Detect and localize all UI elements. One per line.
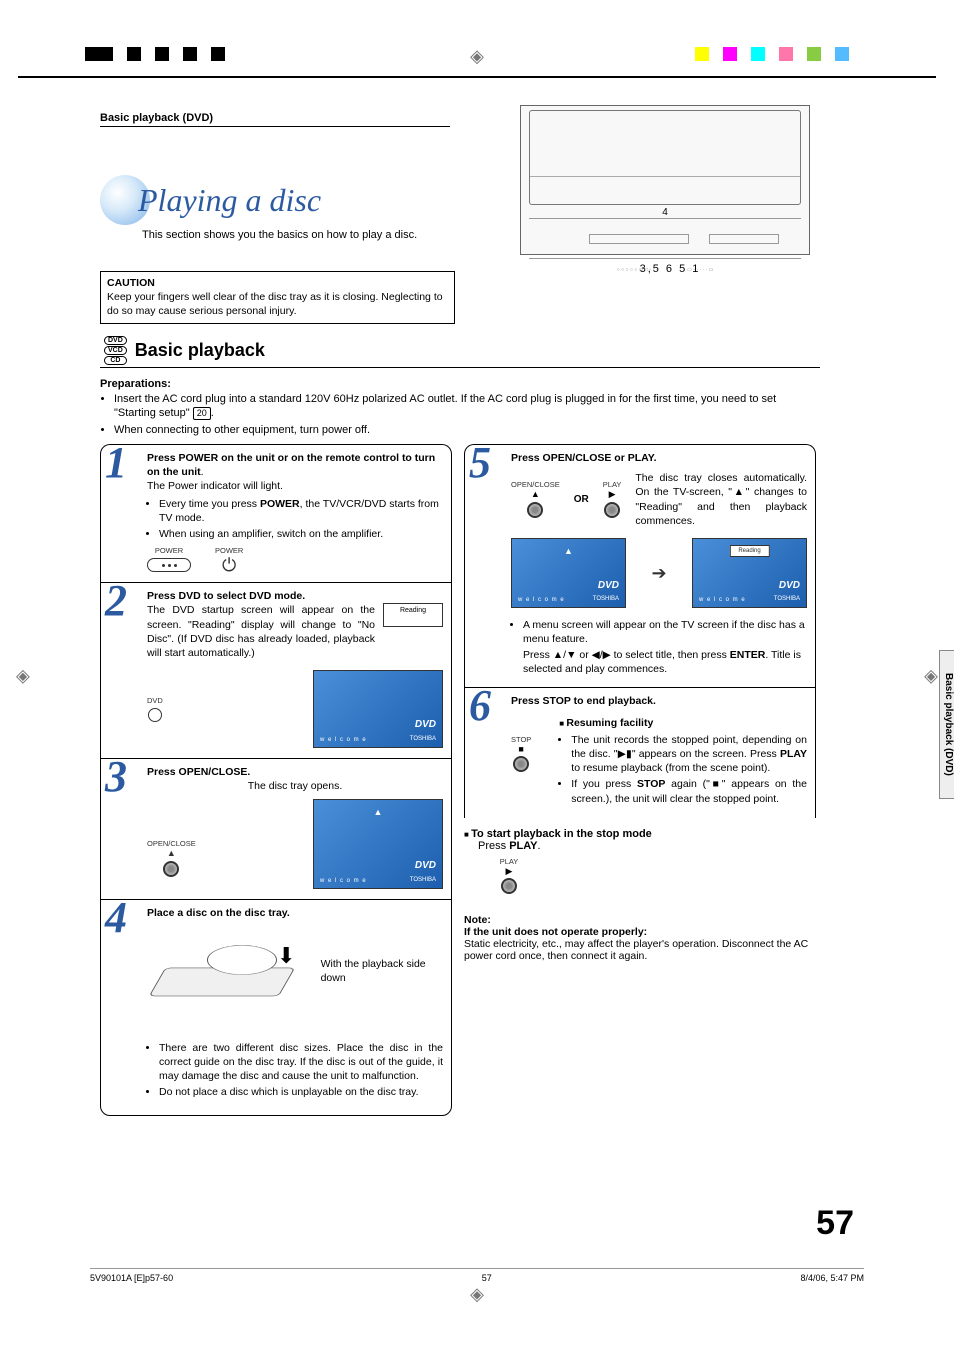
resume-heading: ■ Resuming facility <box>559 716 807 730</box>
arrow-right-icon: ➔ <box>651 561 666 585</box>
page-number: 57 <box>816 1204 854 1243</box>
step-5: 5 Press OPEN/CLOSE or PLAY. OPEN/CLOSE ▲… <box>464 444 816 687</box>
step5-body: The disc tray closes automatically. On t… <box>635 471 807 528</box>
power-unit-icon: POWER <box>147 547 191 572</box>
step5-menu2: Press ▲/▼ or ◀/▶ to select title, then p… <box>523 648 807 676</box>
step4-bullet2: Do not place a disc which is unplayable … <box>159 1085 443 1099</box>
step-number-3: 3 <box>105 755 127 799</box>
registration-mark-right: ◈ <box>924 665 938 686</box>
step6-head: Press STOP to end playback. <box>511 694 807 708</box>
badge-cd: CD <box>104 356 127 365</box>
step-number-2: 2 <box>105 579 127 623</box>
note-body: Static electricity, etc., may affect the… <box>464 938 816 962</box>
restart-heading: To start playback in the stop mode <box>471 828 652 840</box>
footer-right: 8/4/06, 5:47 PM <box>800 1273 864 1283</box>
resume-b2: If you press STOP again ("■" appears on … <box>571 777 807 805</box>
step-number-1: 1 <box>105 441 127 485</box>
step1-bullet2: When using an amplifier, switch on the a… <box>159 527 443 541</box>
step-number-6: 6 <box>469 684 491 728</box>
prep-item-2: When connecting to other equipment, turn… <box>114 423 820 438</box>
eject-screen-2: ▲ DVD TOSHIBA w e l c o m e <box>511 538 626 608</box>
note-sub: If the unit does not operate properly: <box>464 926 816 938</box>
restart-body: Press PLAY. <box>478 840 816 852</box>
step3-line: The disc tray opens. <box>147 779 443 793</box>
footer-center: 57 <box>482 1273 492 1283</box>
device-diagram: 4 ○ ○ ○ ○ ○ ▭ □ ▫ · ·▭ ▫ · · · · ▭ 3,5 6… <box>520 105 820 324</box>
resume-b1: The unit records the stopped point, depe… <box>571 733 807 776</box>
step-1: 1 Press POWER on the unit or on the remo… <box>100 444 452 582</box>
format-badges: DVD VCD CD <box>104 336 127 365</box>
reading-screen: Reading DVD TOSHIBA w e l c o m e <box>692 538 807 608</box>
registration-mark-top: ◈ <box>470 46 484 67</box>
registration-mark-left: ◈ <box>16 665 30 686</box>
or-label: OR <box>574 493 589 507</box>
note-block: Note: If the unit does not operate prope… <box>464 914 816 962</box>
caution-box: CAUTION Keep your fingers well clear of … <box>100 271 455 324</box>
reading-indicator: Reading <box>383 603 443 627</box>
dvd-eject-screen: ▲ DVD TOSHIBA w e l c o m e <box>313 799 443 889</box>
page-ref-20: 20 <box>193 407 211 420</box>
dvd-button-icon: DVD <box>147 697 163 722</box>
page: ◈ ◈ ◈ ◈ Basic playback (DVD) Playing a d… <box>0 0 954 1351</box>
step-3: 3 Press OPEN/CLOSE. The disc tray opens.… <box>100 758 452 899</box>
step2-head: Press DVD to select DVD mode. <box>147 589 443 603</box>
power-remote-icon: POWER ⏻ <box>215 547 243 572</box>
step2-body: The DVD startup screen will appear on th… <box>147 603 375 660</box>
openclose-icon-2: OPEN/CLOSE ▲ <box>511 481 560 518</box>
step5-head: Press OPEN/CLOSE or PLAY. <box>511 451 807 465</box>
step1-head: Press POWER on the unit or on the remote… <box>147 452 435 478</box>
step-6: 6 Press STOP to end playback. STOP ■ ■ R… <box>464 687 816 818</box>
step-4: 4 Place a disc on the disc tray. ⬇ With … <box>100 899 452 1116</box>
step-number-4: 4 <box>105 896 127 940</box>
device-callout-top: 4 <box>521 207 809 218</box>
stop-button-icon: STOP ■ <box>511 736 531 773</box>
footer-left: 5V90101A [E]p57-60 <box>90 1273 173 1283</box>
registration-mark-bottom: ◈ <box>470 1284 484 1305</box>
preparations: Preparations: Insert the AC cord plug in… <box>100 378 820 439</box>
step-number-5: 5 <box>469 441 491 485</box>
caution-heading: CAUTION <box>107 276 448 290</box>
openclose-button-icon: OPEN/CLOSE ▲ <box>147 840 196 877</box>
step1-bullet1: Every time you press POWER, the TV/VCR/D… <box>159 497 443 525</box>
page-title: Playing a disc <box>138 182 321 219</box>
side-tab: Basic playback (DVD) <box>939 650 954 799</box>
caution-body: Keep your fingers well clear of the disc… <box>107 290 448 318</box>
step4-head: Place a disc on the disc tray. <box>147 906 443 920</box>
prep-heading: Preparations: <box>100 378 820 390</box>
print-footer: 5V90101A [E]p57-60 57 8/4/06, 5:47 PM <box>90 1268 864 1283</box>
running-header: Basic playback (DVD) <box>100 112 450 127</box>
page-subtitle: This section shows you the basics on how… <box>142 229 490 241</box>
section-title: Basic playback <box>135 340 265 361</box>
dvd-startup-screen: DVD TOSHIBA w e l c o m e <box>313 670 443 748</box>
step1-line: The Power indicator will light. <box>147 479 443 493</box>
step-2: 2 Press DVD to select DVD mode. The DVD … <box>100 582 452 758</box>
restart-block: ■ To start playback in the stop mode Pre… <box>464 828 816 895</box>
step4-side: With the playback side down <box>321 957 443 985</box>
play-button-icon-2: PLAY ▶ <box>494 858 524 895</box>
badge-dvd: DVD <box>104 336 127 345</box>
top-rule <box>18 76 936 78</box>
play-icon: PLAY ▶ <box>603 481 622 518</box>
disc-tray-figure: ⬇ <box>147 927 313 1017</box>
prep-item-1: Insert the AC cord plug into a standard … <box>114 392 820 422</box>
badge-vcd: VCD <box>104 346 127 355</box>
note-heading: Note: <box>464 914 816 926</box>
step5-menu1: A menu screen will appear on the TV scre… <box>523 618 807 646</box>
step4-bullet1: There are two different disc sizes. Plac… <box>159 1041 443 1084</box>
step3-head: Press OPEN/CLOSE. <box>147 765 443 779</box>
